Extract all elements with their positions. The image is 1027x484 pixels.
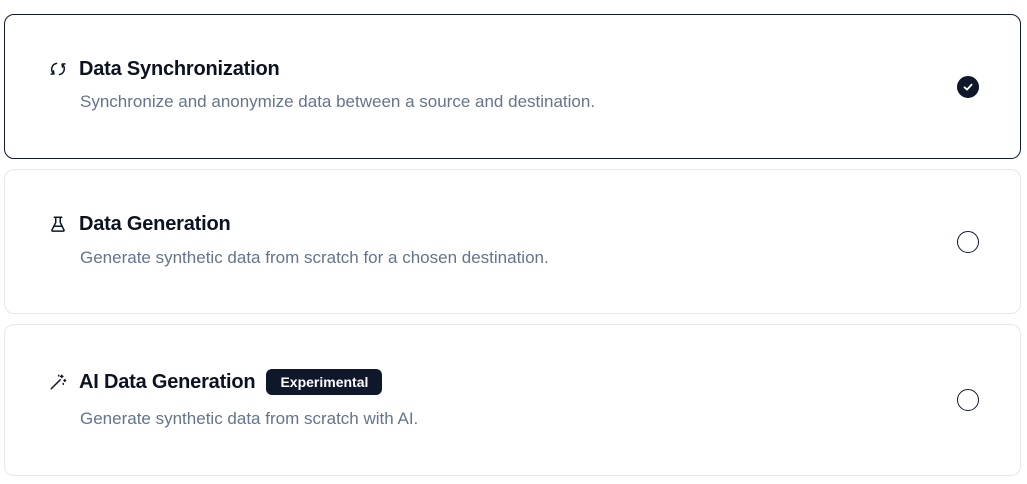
- option-card-data-synchronization[interactable]: Data Synchronization Synchronize and ano…: [4, 14, 1021, 159]
- option-title: Data Generation: [79, 213, 231, 235]
- sync-arrows-icon: [49, 60, 67, 78]
- option-description: Synchronize and anonymize data between a…: [80, 92, 596, 111]
- option-description: Generate synthetic data from scratch wit…: [80, 409, 419, 428]
- radio-unselected[interactable]: [957, 389, 979, 411]
- option-title-row: Data Generation: [49, 211, 231, 237]
- option-title: Data Synchronization: [79, 58, 280, 80]
- flask-icon: [49, 215, 67, 233]
- radio-selected[interactable]: [957, 76, 979, 98]
- option-title-row: Data Synchronization: [49, 56, 280, 82]
- option-title-row: AI Data Generation Experimental: [49, 369, 383, 395]
- magic-wand-icon: [49, 373, 67, 391]
- experimental-badge: Experimental: [266, 369, 383, 395]
- option-title: AI Data Generation: [79, 371, 256, 393]
- option-description: Generate synthetic data from scratch for…: [80, 248, 549, 267]
- option-card-ai-data-generation[interactable]: AI Data Generation Experimental Generate…: [4, 324, 1021, 476]
- radio-unselected[interactable]: [957, 231, 979, 253]
- check-icon: [963, 83, 973, 91]
- option-card-data-generation[interactable]: Data Generation Generate synthetic data …: [4, 169, 1021, 314]
